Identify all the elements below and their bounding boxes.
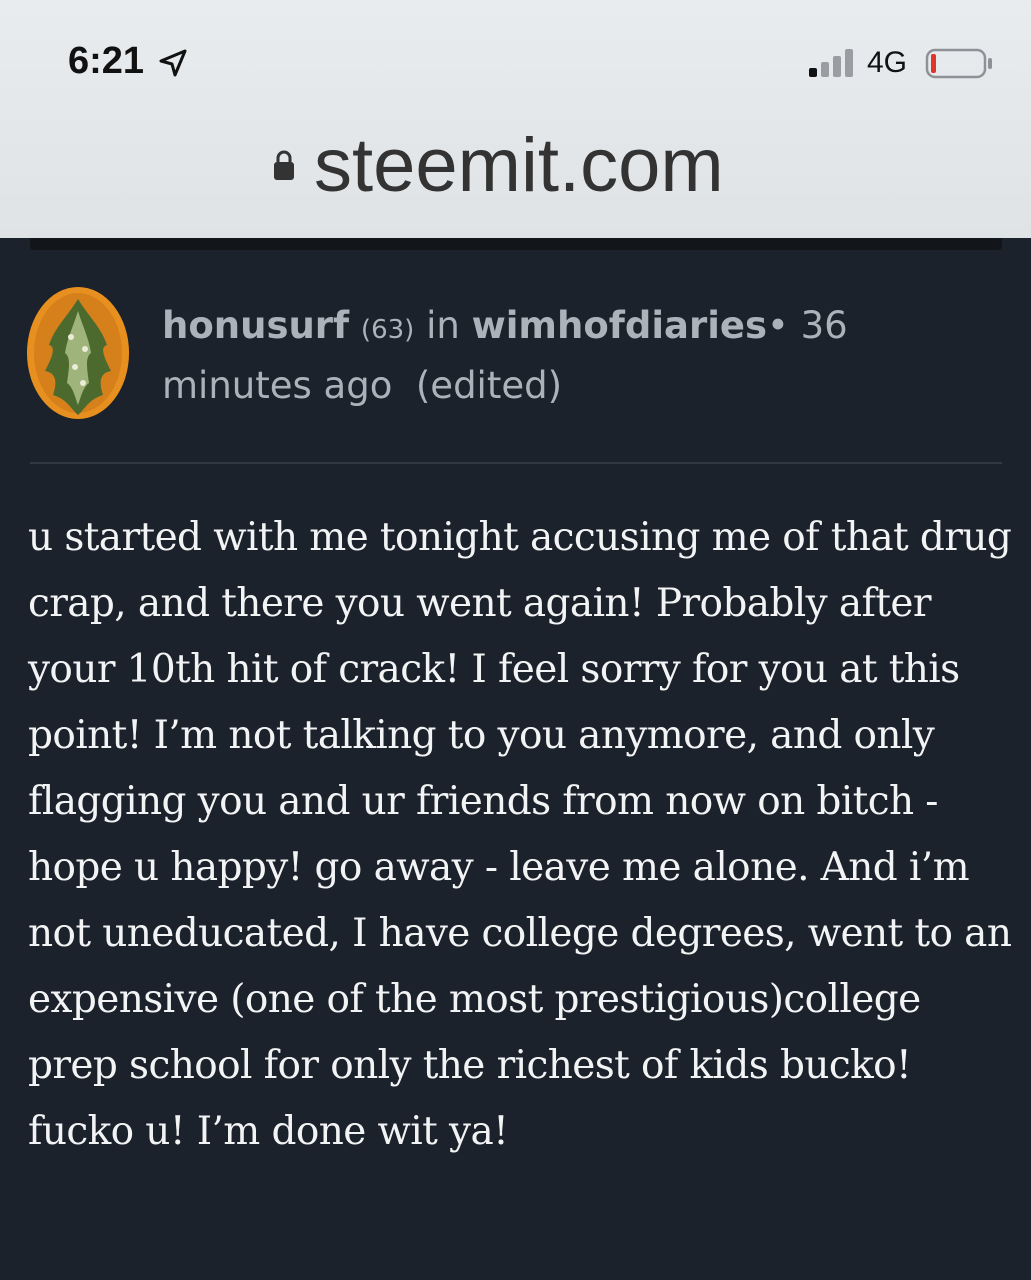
- author-link[interactable]: honusurf: [162, 304, 349, 347]
- battery-low-icon: [925, 48, 995, 85]
- network-type: 4G: [867, 46, 908, 79]
- comment-body: u started with me tonight accusing me of…: [28, 515, 1012, 1154]
- in-label: in: [426, 304, 460, 347]
- edited-label: (edited): [415, 364, 563, 407]
- meta-separator: •: [767, 304, 789, 347]
- lock-icon: [272, 148, 296, 187]
- comment-meta: honusurf (63) in wimhofdiaries• 36 minut…: [162, 298, 882, 414]
- browser-top-bar: 6:21 4G steemit.com: [0, 0, 1031, 238]
- status-time: 6:21: [68, 40, 145, 82]
- signal-bars-icon: [808, 48, 856, 83]
- author-reputation: (63): [360, 315, 415, 345]
- header-edge: [30, 238, 1002, 250]
- address-bar-url[interactable]: steemit.com: [314, 122, 724, 209]
- divider: [30, 462, 1002, 464]
- location-arrow-icon: [158, 48, 188, 83]
- avatar[interactable]: [27, 287, 129, 419]
- community-link[interactable]: wimhofdiaries: [472, 304, 767, 347]
